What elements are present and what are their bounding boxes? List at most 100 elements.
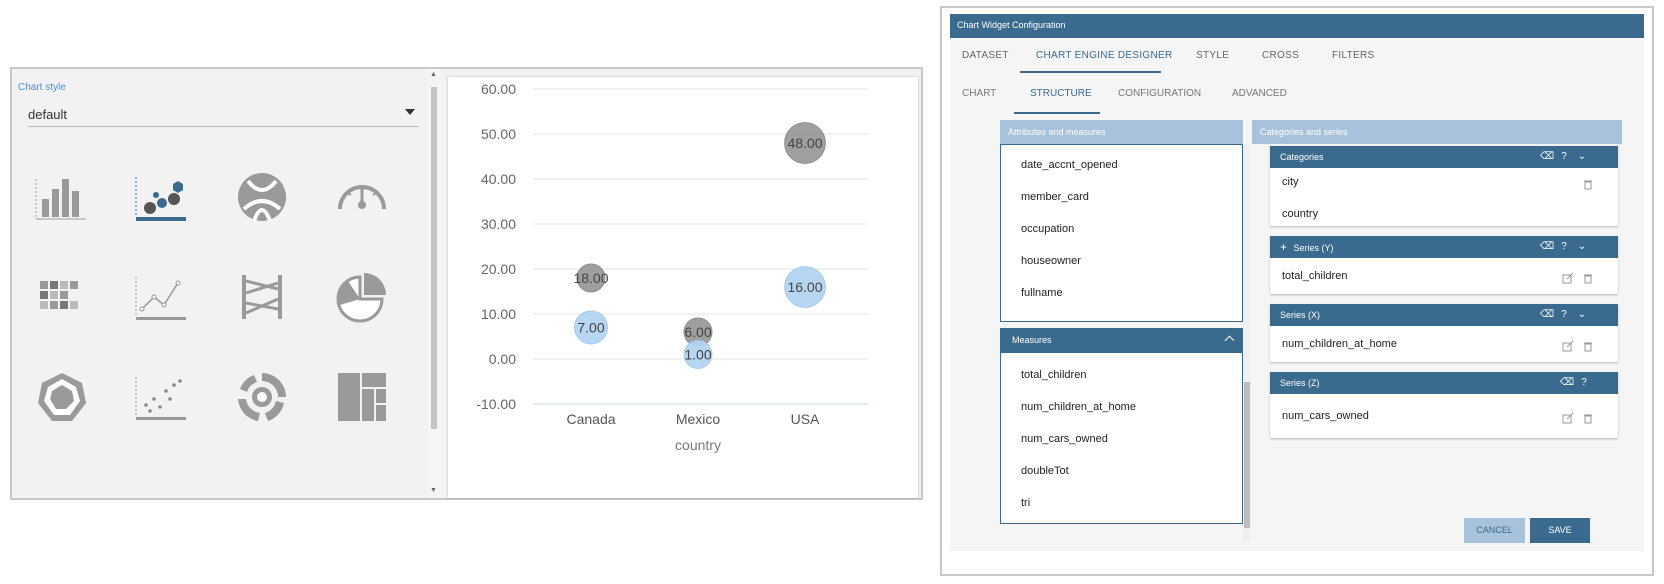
tab-dataset[interactable]: DATASET [962,50,1009,61]
help-icon[interactable]: ? [1558,241,1570,253]
pie-chart-icon[interactable] [334,269,390,325]
bubble-label: 1.00 [684,347,711,363]
attributes-scrollbar[interactable] [1243,144,1251,541]
chart-style-label: Chart style [18,82,66,93]
series-y-title: Series (Y) [1293,243,1334,253]
list-item[interactable]: member_card [1021,191,1089,203]
list-item[interactable]: date_accnt_opened [1021,159,1118,171]
line-chart-icon[interactable] [134,269,190,325]
bubble-label: 6.00 [684,324,711,340]
chart-types-scrollbar[interactable]: ▲ ▼ [427,69,441,498]
y-tick-label: 50.00 [481,126,516,142]
tab-advanced[interactable]: ADVANCED [1232,88,1287,99]
scatter-chart-icon[interactable] [134,369,190,425]
list-item[interactable]: occupation [1021,223,1074,235]
eraser-icon[interactable]: ⌫ [1560,377,1574,389]
add-icon[interactable]: + [1280,240,1287,254]
series-item[interactable]: num_cars_owned [1282,410,1369,422]
series-y-section: + Series (Y) ⌫ ? ⌄ total_children [1270,236,1618,294]
series-z-title: Series (Z) [1280,378,1320,388]
chord-chart-icon[interactable] [234,169,290,225]
chart-style-value: default [28,107,68,122]
categories-header: Categories ⌫ ? ⌄ [1270,146,1618,168]
scrollbar-thumb[interactable] [1244,382,1250,528]
tab-style[interactable]: STYLE [1196,50,1229,61]
gauge-chart-icon[interactable] [334,169,390,225]
radar-chart-icon[interactable] [34,369,90,425]
main-tabs: DATASET CHART ENGINE DESIGNER STYLE CROS… [950,38,1644,74]
edit-icon[interactable] [1562,412,1574,424]
list-item[interactable]: num_children_at_home [1021,401,1136,413]
trash-icon[interactable] [1582,412,1594,424]
trash-icon[interactable] [1582,340,1594,352]
scrollbar-thumb[interactable] [431,87,437,429]
attributes-list: date_accnt_opened member_card occupation… [1000,144,1243,322]
trash-icon[interactable] [1582,178,1594,190]
save-button[interactable]: SAVE [1530,518,1590,543]
category-item[interactable]: country [1282,208,1318,220]
chart-style-panel: Chart style default ▲ ▼ 60.00 50.00 40.0… [10,67,923,500]
series-x-title: Series (X) [1280,310,1321,320]
y-tick-label: 40.00 [481,171,516,187]
eraser-icon[interactable]: ⌫ [1540,241,1554,253]
series-item[interactable]: total_children [1282,270,1347,282]
tab-chart[interactable]: CHART [962,88,996,99]
y-tick-label: 0.00 [489,351,516,367]
y-tick-label: -10.00 [476,396,516,412]
scroll-up-icon[interactable]: ▲ [430,71,437,78]
designer-sub-tabs: CHART STRUCTURE CONFIGURATION ADVANCED [950,74,1644,114]
chevron-down-icon[interactable]: ⌄ [1576,309,1588,321]
tab-structure[interactable]: STRUCTURE [1030,88,1092,99]
x-tick-label: USA [791,411,820,427]
tab-configuration[interactable]: CONFIGURATION [1118,88,1201,99]
series-z-section: Series (Z) ⌫ ? num_cars_owned [1270,372,1618,438]
scroll-down-icon[interactable]: ▼ [430,487,437,494]
chevron-up-icon[interactable] [1224,335,1235,346]
edit-icon[interactable] [1562,272,1574,284]
series-z-header: Series (Z) ⌫ ? [1270,372,1618,394]
dialog-title: Chart Widget Configuration [957,20,1066,30]
measures-list: total_children num_children_at_home num_… [1000,352,1243,524]
chevron-down-icon[interactable]: ⌄ [1576,241,1588,253]
list-item[interactable]: tri [1021,497,1030,509]
measures-header[interactable]: Measures [1000,328,1243,352]
tab-cross[interactable]: CROSS [1262,50,1299,61]
eraser-icon[interactable]: ⌫ [1540,309,1554,321]
chart-style-select[interactable]: default [28,105,419,127]
caret-down-icon [405,109,415,115]
category-item[interactable]: city [1282,176,1299,188]
trash-icon[interactable] [1582,272,1594,284]
sunburst-chart-icon[interactable] [234,369,290,425]
heatmap-chart-icon[interactable] [34,269,90,325]
list-item[interactable]: houseowner [1021,255,1081,267]
categories-title: Categories [1280,152,1324,162]
list-item[interactable]: num_cars_owned [1021,433,1108,445]
bubble-chart-icon[interactable] [134,169,190,225]
list-item[interactable]: doubleTot [1021,465,1069,477]
series-x-section: Series (X) ⌫ ? ⌄ num_children_at_home [1270,304,1618,362]
parallel-chart-icon[interactable] [234,269,290,325]
attributes-header: Attributes and measures [1000,120,1243,144]
x-tick-label: Canada [566,411,615,427]
y-tick-label: 10.00 [481,306,516,322]
eraser-icon[interactable]: ⌫ [1540,151,1554,163]
x-axis-title: country [675,437,721,453]
treemap-chart-icon[interactable] [334,369,390,425]
help-icon[interactable]: ? [1558,309,1570,321]
chevron-down-icon[interactable]: ⌄ [1576,151,1588,163]
help-icon[interactable]: ? [1578,377,1590,389]
tab-filters[interactable]: FILTERS [1332,50,1374,61]
help-icon[interactable]: ? [1558,151,1570,163]
chart-widget-configuration-dialog: Chart Widget Configuration DATASET CHART… [940,6,1654,576]
series-item[interactable]: num_children_at_home [1282,338,1397,350]
list-item[interactable]: total_children [1021,369,1086,381]
bar-chart-icon[interactable] [34,169,90,225]
series-x-header: Series (X) ⌫ ? ⌄ [1270,304,1618,326]
cancel-button[interactable]: CANCEL [1464,518,1525,543]
tab-chart-engine-designer[interactable]: CHART ENGINE DESIGNER [1036,50,1173,61]
bubble-chart: 60.00 50.00 40.00 30.00 20.00 10.00 0.00 -10.00… [476,81,868,453]
edit-icon[interactable] [1562,340,1574,352]
categories-series-header: Categories and series [1252,120,1622,144]
list-item[interactable]: fullname [1021,287,1063,299]
dialog-titlebar: Chart Widget Configuration [950,14,1644,38]
